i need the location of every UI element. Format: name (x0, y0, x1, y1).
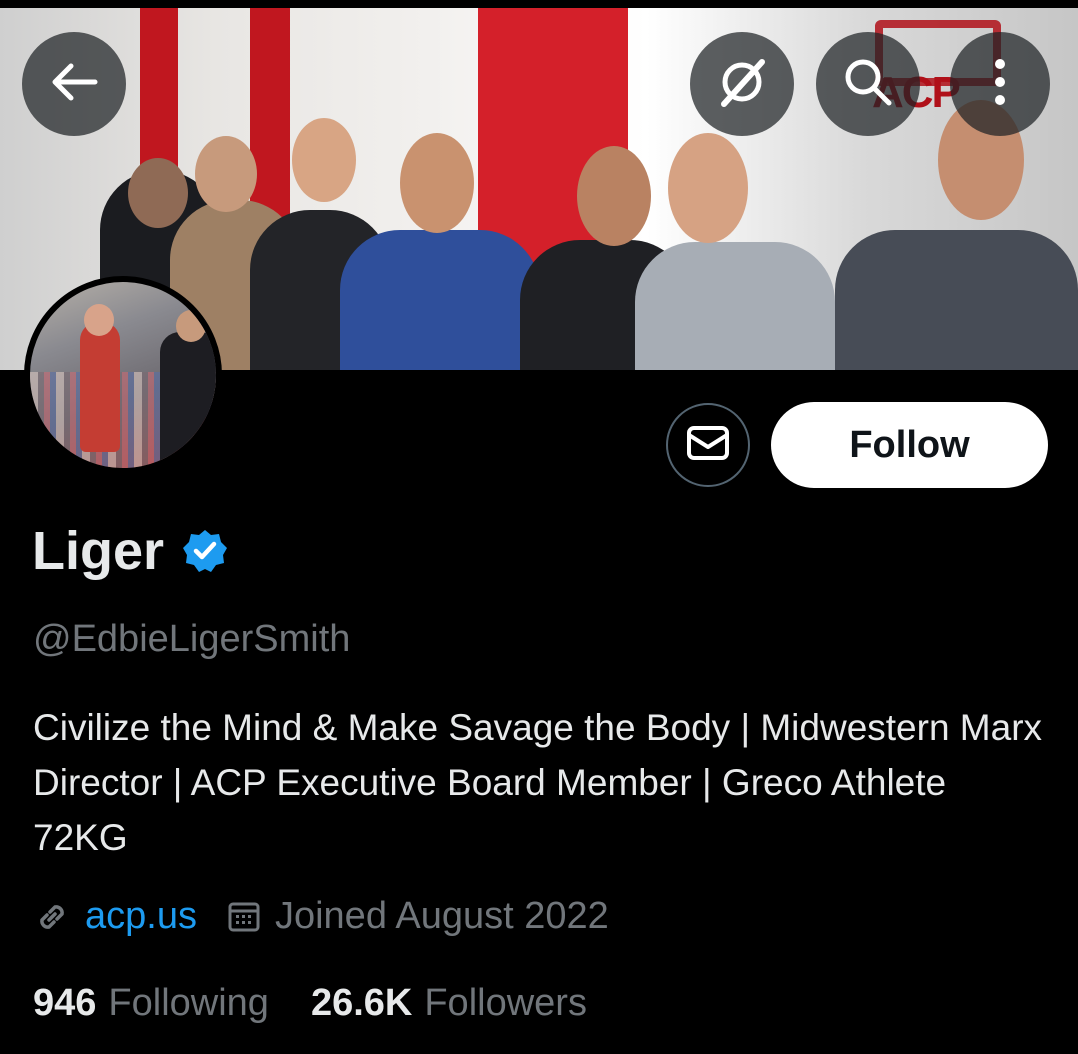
profile-handle: @EdbieLigerSmith (33, 618, 351, 660)
followers-link[interactable]: 26.6K Followers (311, 982, 587, 1025)
more-vertical-icon (993, 57, 1007, 112)
banner-flag (250, 8, 290, 218)
more-options-button[interactable] (950, 32, 1050, 136)
profile-name: Liger (32, 521, 165, 581)
avatar-wrestler (80, 322, 120, 452)
followers-count: 26.6K (310, 982, 413, 1024)
message-button[interactable] (666, 403, 750, 487)
profile-website-link[interactable]: acp.us (85, 895, 197, 938)
banner-person-head (668, 133, 748, 243)
avatar-referee (160, 332, 216, 468)
verified-badge-icon[interactable] (182, 528, 228, 574)
profile-name-row: Liger (32, 520, 228, 582)
banner-person-head (292, 118, 356, 202)
following-label: Following (108, 982, 269, 1024)
grok-button[interactable] (690, 32, 794, 136)
status-bar-strip (0, 0, 1078, 8)
followers-label: Followers (424, 982, 587, 1024)
banner-person-head (400, 133, 474, 233)
banner-person (835, 230, 1078, 370)
calendar-icon (227, 900, 261, 934)
avatar-referee-head (176, 310, 206, 342)
back-button[interactable] (22, 32, 126, 136)
arrow-left-icon (49, 62, 99, 107)
follow-button[interactable]: Follow (771, 402, 1048, 488)
profile-stats-row: 946 Following 26.6K Followers (33, 982, 587, 1025)
link-icon (33, 898, 71, 936)
banner-person (635, 242, 835, 370)
search-icon (841, 55, 895, 114)
banner-person (340, 230, 540, 370)
profile-joined-date: Joined August 2022 (274, 895, 609, 937)
profile-avatar[interactable] (24, 276, 222, 474)
banner-person-head (577, 146, 651, 246)
following-count: 946 (33, 982, 97, 1024)
search-button[interactable] (816, 32, 920, 136)
banner-person-head (128, 158, 188, 228)
profile-bio: Civilize the Mind & Make Savage the Body… (33, 707, 1043, 858)
avatar-wrestler-head (84, 304, 114, 336)
mail-icon (686, 425, 730, 466)
following-link[interactable]: 946 Following (33, 982, 269, 1025)
banner-person-head (195, 136, 257, 212)
grok-icon (714, 54, 770, 115)
profile-meta-row: acp.us Joined August 2022 (33, 895, 609, 938)
banner-flag (140, 8, 178, 168)
